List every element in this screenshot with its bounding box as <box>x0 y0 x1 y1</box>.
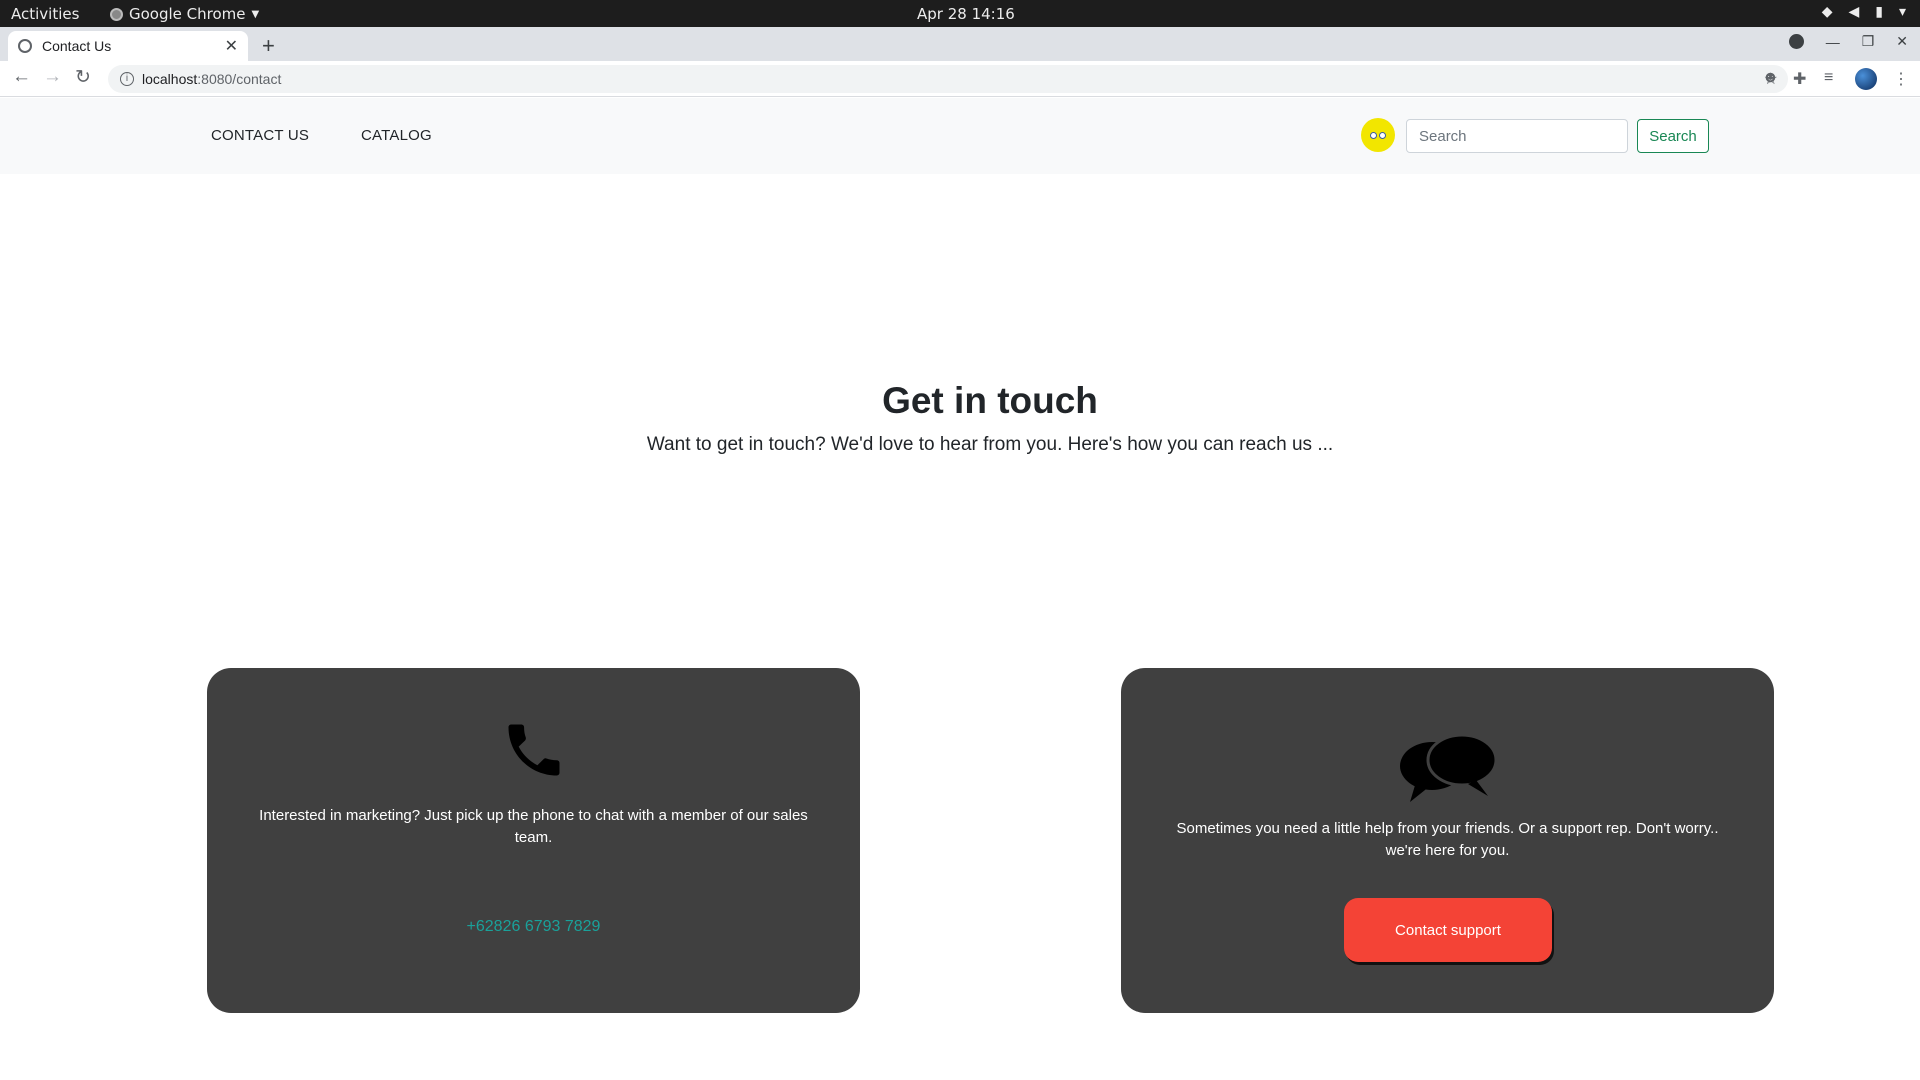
support-card: Sometimes you need a little help from yo… <box>1121 668 1774 1013</box>
system-top-bar: Activities Google Chrome ▼ Apr 28 14:16 … <box>0 0 1920 27</box>
new-tab-icon[interactable]: + <box>262 33 275 59</box>
caret-down-icon: ▼ <box>251 8 260 20</box>
more-menu-icon[interactable]: ⋮ <box>1893 69 1909 89</box>
restore-icon[interactable]: ❐ <box>1862 33 1875 50</box>
smiley-icon <box>1370 131 1386 139</box>
address-bar[interactable]: i localhost:8080/contact ☆ <box>108 65 1788 93</box>
browser-tab[interactable]: Contact Us ✕ <box>8 31 248 61</box>
window-controls: — ❐ ✕ <box>1788 33 1908 50</box>
close-tab-icon[interactable]: ✕ <box>225 36 238 56</box>
tab-search-icon[interactable] <box>1788 34 1804 49</box>
activities-button[interactable]: Activities <box>11 5 79 23</box>
tab-strip: Contact Us ✕ + — ❐ ✕ <box>0 27 1920 61</box>
browser-toolbar: ← → ↻ i localhost:8080/contact ☆ ☻ ✚ ≡ ⋮ <box>0 61 1920 97</box>
nav-link-catalog[interactable]: CATALOG <box>361 127 432 144</box>
system-tray[interactable]: ◆ ◀ ▮ ▾ <box>1822 4 1906 20</box>
close-window-icon[interactable]: ✕ <box>1896 33 1908 50</box>
sales-card: Interested in marketing? Just pick up th… <box>207 668 860 1013</box>
site-navbar: CONTACT US CATALOG Search <box>0 98 1920 174</box>
nav-link-contact-us[interactable]: CONTACT US <box>211 127 309 144</box>
reading-list-icon[interactable]: ≡ <box>1824 69 1833 87</box>
forward-icon[interactable]: → <box>43 66 62 88</box>
minimize-icon[interactable]: — <box>1826 34 1840 50</box>
contact-support-button[interactable]: Contact support <box>1344 898 1552 962</box>
app-name: Google Chrome <box>129 5 246 23</box>
extension-icon[interactable]: ☻ <box>1762 69 1779 87</box>
page-title: Get in touch <box>882 380 1098 421</box>
phone-link[interactable]: +62826 6793 7829 <box>207 918 860 936</box>
tab-title: Contact Us <box>42 38 112 54</box>
url-path: :8080/contact <box>197 71 282 87</box>
search-button[interactable]: Search <box>1637 119 1709 153</box>
puzzle-icon[interactable]: ✚ <box>1793 69 1806 89</box>
search-input[interactable] <box>1406 119 1628 153</box>
chrome-icon <box>110 7 123 21</box>
wifi-icon: ◆ <box>1821 4 1833 20</box>
reload-icon[interactable]: ↻ <box>75 66 91 89</box>
clock[interactable]: Apr 28 14:16 <box>917 5 1015 23</box>
volume-icon: ◀ <box>1848 4 1860 20</box>
avatar[interactable] <box>1361 118 1395 152</box>
chat-bubbles-icon <box>1121 730 1774 806</box>
tray-menu-icon: ▾ <box>1898 4 1906 20</box>
globe-icon <box>18 39 32 53</box>
app-menu[interactable]: Google Chrome ▼ <box>110 5 259 23</box>
page-subtitle: Want to get in touch? We'd love to hear … <box>646 434 1334 455</box>
phone-icon <box>207 716 860 784</box>
support-card-text: Sometimes you need a little help from yo… <box>1176 820 1719 859</box>
profile-avatar-icon[interactable] <box>1855 68 1877 90</box>
battery-icon: ▮ <box>1875 4 1883 20</box>
url-host: localhost <box>142 71 198 87</box>
back-icon[interactable]: ← <box>12 66 31 88</box>
site-info-icon[interactable]: i <box>120 72 134 86</box>
sales-card-text: Interested in marketing? Just pick up th… <box>259 807 808 846</box>
